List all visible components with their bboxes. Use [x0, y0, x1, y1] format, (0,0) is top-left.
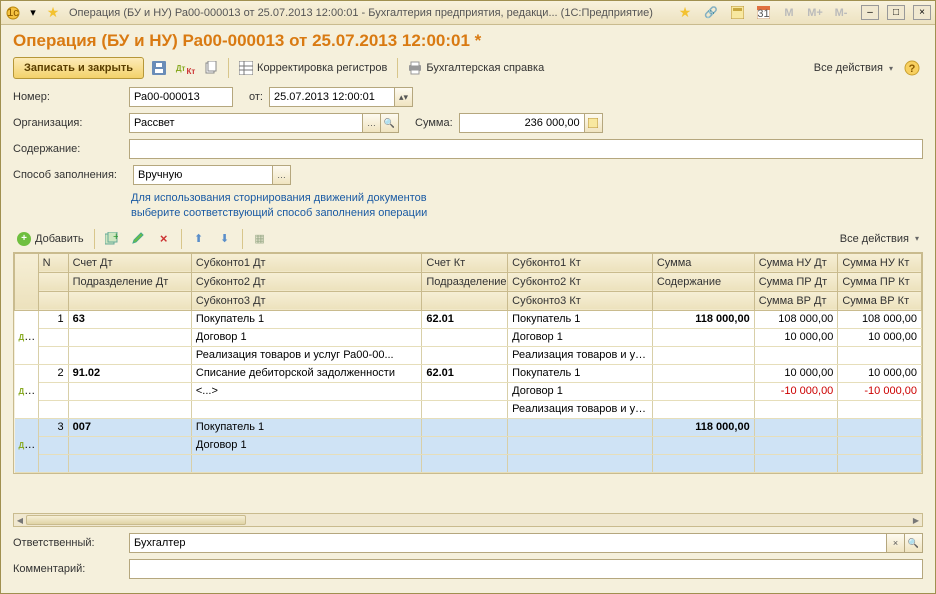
dtkt-row-icon: [19, 441, 37, 450]
edit-row-icon[interactable]: [127, 228, 149, 250]
move-up-icon[interactable]: ⬆: [188, 228, 210, 250]
star-icon[interactable]: ★: [677, 5, 693, 21]
grid-toolbar: + Добавить + × ⬆ ⬇ ▦ Все действия: [13, 228, 923, 250]
resp-clear-btn[interactable]: ×: [887, 533, 905, 553]
window-title: Операция (БУ и НУ) Ра00-000013 от 25.07.…: [65, 7, 677, 19]
table-row-selected[interactable]: Договор 1: [15, 436, 922, 454]
comment-label: Комментарий:: [13, 563, 123, 575]
plus-icon: +: [17, 232, 31, 246]
accounting-reference-button[interactable]: Бухгалтерская справка: [404, 59, 548, 77]
window-titlebar: 1c ▾ ★ Операция (БУ и НУ) Ра00-000013 от…: [1, 1, 935, 25]
calc-icon[interactable]: [729, 5, 745, 21]
link-icon[interactable]: 🔗: [703, 5, 719, 21]
scroll-right-icon[interactable]: ▶: [910, 514, 922, 526]
svg-text:31: 31: [757, 8, 769, 19]
table-icon: [239, 61, 253, 75]
dtkt-row-icon: [19, 333, 37, 342]
sum-input[interactable]: [459, 113, 585, 133]
document-title: Операция (БУ и НУ) Ра00-000013 от 25.07.…: [13, 31, 923, 51]
minimize-button[interactable]: –: [861, 5, 879, 20]
save-icon[interactable]: [148, 57, 170, 79]
move-down-icon[interactable]: ⬇: [214, 228, 236, 250]
date-input[interactable]: [269, 87, 395, 107]
scroll-left-icon[interactable]: ◀: [14, 514, 26, 526]
org-label: Организация:: [13, 117, 123, 129]
resp-open-btn[interactable]: 🔍: [905, 533, 923, 553]
entries-grid[interactable]: N Счет Дт Субконто1 Дт Счет Кт Субконто1…: [13, 252, 923, 474]
calendar-icon[interactable]: 31: [755, 5, 771, 21]
close-button[interactable]: ×: [913, 5, 931, 20]
table-row[interactable]: 1 63 Покупатель 1 62.01 Покупатель 1 118…: [15, 310, 922, 328]
table-row-selected[interactable]: [15, 454, 922, 472]
comment-input[interactable]: [129, 559, 923, 579]
register-correction-button[interactable]: Корректировка регистров: [235, 59, 391, 77]
table-row[interactable]: <...> Договор 1 -10 000,00 -10 000,00: [15, 382, 922, 400]
org-select-btn[interactable]: …: [363, 113, 381, 133]
add-row-button[interactable]: + Добавить: [13, 230, 88, 248]
fill-hint: Для использования сторнирования движений…: [131, 191, 923, 222]
table-row[interactable]: 2 91.02 Списание дебиторской задолженнос…: [15, 364, 922, 382]
responsible-input[interactable]: [129, 533, 887, 553]
acc-ref-label: Бухгалтерская справка: [426, 62, 544, 74]
app-logo-icon: 1c: [5, 5, 21, 21]
save-close-button[interactable]: Записать и закрыть: [13, 57, 144, 79]
sum-label: Сумма:: [415, 117, 453, 129]
table-row[interactable]: Реализация товаров и услуг Ра00-00... Ре…: [15, 346, 922, 364]
mem-mplus[interactable]: M+: [807, 5, 823, 21]
mem-m[interactable]: M: [781, 5, 797, 21]
org-open-btn[interactable]: 🔍: [381, 113, 399, 133]
fill-label: Способ заполнения:: [13, 169, 127, 181]
all-actions-button[interactable]: Все действия: [810, 60, 897, 76]
content-input[interactable]: [129, 139, 923, 159]
scroll-thumb[interactable]: [26, 515, 246, 525]
fill-input[interactable]: [133, 165, 273, 185]
svg-text:?: ?: [909, 63, 916, 75]
date-spinner[interactable]: ▴▾: [395, 87, 413, 107]
from-label: от:: [249, 91, 263, 103]
grid-all-actions[interactable]: Все действия: [836, 231, 923, 247]
mem-mminus[interactable]: M-: [833, 5, 849, 21]
delete-row-icon[interactable]: ×: [153, 228, 175, 250]
horizontal-scrollbar[interactable]: ◀ ▶: [13, 513, 923, 527]
fill-select-btn[interactable]: …: [273, 165, 291, 185]
responsible-label: Ответственный:: [13, 537, 123, 549]
favorite-star-icon[interactable]: ★: [45, 5, 61, 21]
table-row[interactable]: Реализация товаров и услуг...: [15, 400, 922, 418]
copy-doc-icon[interactable]: [200, 57, 222, 79]
sum-calc-btn[interactable]: [585, 113, 603, 133]
content-label: Содержание:: [13, 143, 123, 155]
table-row-selected[interactable]: 3 007 Покупатель 1 118 000,00: [15, 418, 922, 436]
svg-text:+: +: [113, 232, 118, 243]
dropdown-icon[interactable]: ▾: [25, 5, 41, 21]
grid-header: N Счет Дт Субконто1 Дт Счет Кт Субконто1…: [15, 253, 922, 310]
org-input[interactable]: [129, 113, 363, 133]
main-toolbar: Записать и закрыть Корректировка регистр…: [13, 57, 923, 79]
dtkt-row-icon: [19, 387, 37, 396]
copy-row-icon[interactable]: +: [101, 228, 123, 250]
dtkt-icon[interactable]: [174, 57, 196, 79]
reg-corr-label: Корректировка регистров: [257, 62, 387, 74]
help-icon[interactable]: ?: [901, 57, 923, 79]
printer-icon: [408, 61, 422, 75]
svg-text:1c: 1c: [7, 7, 19, 19]
number-input[interactable]: [129, 87, 233, 107]
table-row[interactable]: Договор 1 Договор 1 10 000,00 10 000,00: [15, 328, 922, 346]
maximize-button[interactable]: □: [887, 5, 905, 20]
extra-icon[interactable]: ▦: [249, 228, 271, 250]
number-label: Номер:: [13, 91, 123, 103]
